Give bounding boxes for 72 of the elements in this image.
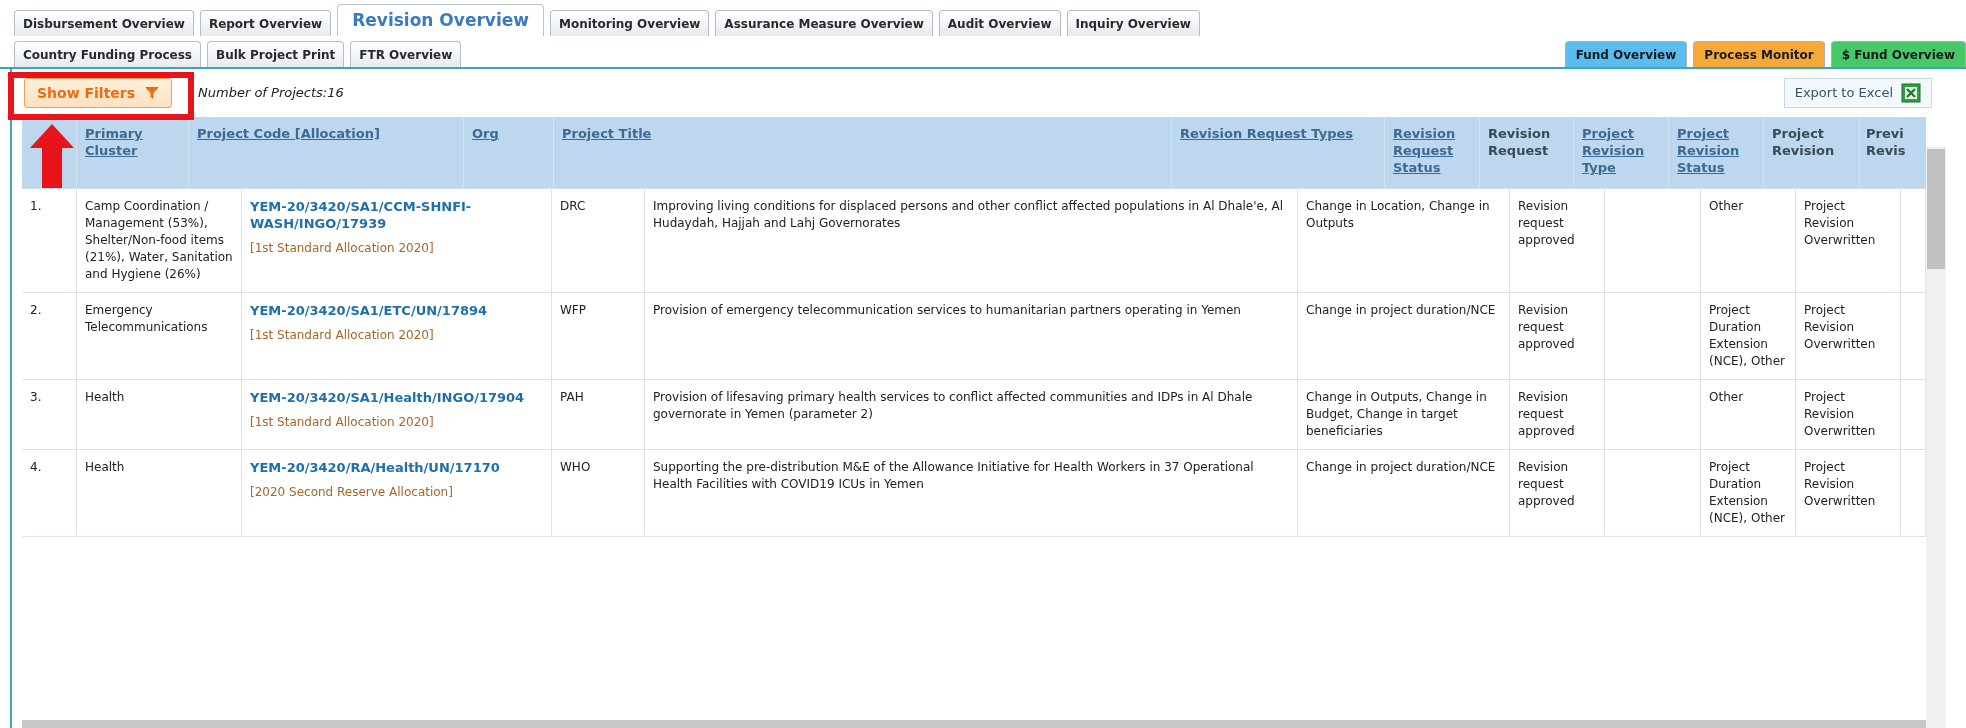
table-cell: Other xyxy=(1709,199,1744,213)
allocation-name: [1st Standard Allocation 2020] xyxy=(250,327,435,344)
table-cell: Project Revision Overwritten xyxy=(1804,303,1876,351)
table-cell: Revision request approved xyxy=(1518,303,1575,351)
table-cell: Supporting the pre-distribution M&E of the Allowance Initiative for Health Workers in 37 Operational Health Facilities with COVID19 ICUs in Yemen xyxy=(653,460,1254,491)
table-cell: 2. xyxy=(30,303,42,317)
allocation-name: [1st Standard Allocation 2020] xyxy=(250,414,435,431)
table-cell: WFP xyxy=(560,303,586,317)
column-sort-link[interactable]: Primary Cluster xyxy=(85,125,180,159)
column-header: Revision Request xyxy=(1488,125,1552,159)
table-cell: Health xyxy=(85,390,125,404)
column-sort-link[interactable]: Org xyxy=(472,125,499,142)
table-cell: Change in Outputs, Change in Budget, Change in target beneficiaries xyxy=(1306,390,1487,438)
table-cell: Change in project duration/NCE xyxy=(1306,303,1496,317)
tab[interactable]: Bulk Project Print xyxy=(207,41,345,67)
table-cell: Change in Location, Change in Outputs xyxy=(1306,199,1490,230)
table-cell: Health xyxy=(85,460,125,474)
column-sort-link[interactable]: Project Revision Status xyxy=(1677,125,1755,176)
shortcut-tab[interactable]: Process Monitor xyxy=(1693,41,1825,67)
table-cell: WHO xyxy=(560,460,591,474)
table-cell: Revision request approved xyxy=(1518,390,1575,438)
allocation-name: [2020 Second Reserve Allocation] xyxy=(250,484,454,501)
tab[interactable]: Monitoring Overview xyxy=(549,10,710,36)
allocation-name: [1st Standard Allocation 2020] xyxy=(250,240,435,257)
table-cell: Revision request approved xyxy=(1518,199,1575,247)
tab[interactable]: Country Funding Process xyxy=(14,41,201,67)
table-cell: Emergency Telecommunications xyxy=(85,303,208,334)
shortcut-tab[interactable]: Fund Overview xyxy=(1564,41,1688,67)
shortcut-tab[interactable]: $ Fund Overview xyxy=(1830,41,1966,67)
column-sort-link[interactable]: Project Revision Type xyxy=(1582,125,1660,176)
column-sort-link[interactable]: Project Code [Allocation] xyxy=(197,125,380,142)
table-cell: 3. xyxy=(30,390,42,404)
export-button[interactable]: Export to Excel xyxy=(1783,78,1932,108)
vertical-scrollbar[interactable] xyxy=(1926,147,1946,728)
spreadsheet-icon xyxy=(1901,83,1921,103)
table-cell: Improving living conditions for displaced persons and other conflict affected populations in Al Dhale'e, Al Hudaydah, Hajjah and Lahj Governorates xyxy=(653,199,1284,230)
project-code-link[interactable]: YEM-20/3420/SA1/ETC/UN/17894 xyxy=(250,302,543,319)
table-cell: Project Duration Extension (NCE), Other xyxy=(1709,460,1785,525)
tab[interactable]: Assurance Measure Overview xyxy=(715,10,933,36)
table-cell: Provision of emergency telecommunication services to humanitarian partners operating in Yemen xyxy=(653,303,1241,317)
tab[interactable]: Inquiry Overview xyxy=(1066,10,1200,36)
table-cell: DRC xyxy=(560,199,586,213)
table-cell: Project Revision Overwritten xyxy=(1804,460,1876,508)
tab[interactable]: Audit Overview xyxy=(938,10,1061,36)
arrow-annotation xyxy=(30,124,74,188)
column-sort-link[interactable]: Revision Request Status xyxy=(1393,125,1471,176)
tab[interactable]: FTR Overview xyxy=(350,41,462,67)
column-sort-link[interactable]: Revision Request Types xyxy=(1180,125,1353,142)
table-cell: Project Revision Overwritten xyxy=(1804,199,1876,247)
table-cell: Project Revision Overwritten xyxy=(1804,390,1876,438)
horizontal-scrollbar[interactable] xyxy=(22,720,1926,728)
column-header: Project Revision xyxy=(1772,125,1836,159)
table-cell: 4. xyxy=(30,460,42,474)
table-cell: Revision request approved xyxy=(1518,460,1575,508)
table-cell: Change in project duration/NCE xyxy=(1306,460,1496,474)
table-cell: Camp Coordination / Management (53%), Shelter/Non-food items (21%), Water, Sanitation and Hygiene (26%) xyxy=(85,199,233,281)
project-code-link[interactable]: YEM-20/3420/RA/Health/UN/17170 xyxy=(250,459,543,476)
table-cell: PAH xyxy=(560,390,584,404)
tab[interactable]: Revision Overview xyxy=(337,4,544,36)
table-cell: Provision of lifesaving primary health services to conflict affected communities and IDPs in Al Dhale governorate in Yemen (parameter 2) xyxy=(653,390,1253,421)
scroll-thumb[interactable] xyxy=(1927,149,1945,269)
tab[interactable]: Report Overview xyxy=(199,10,332,36)
column-sort-link[interactable]: Project Title xyxy=(562,125,652,142)
filter-icon xyxy=(145,86,160,100)
project-count: Number of Projects:16 xyxy=(198,84,344,103)
tab[interactable]: Disbursement Overview xyxy=(14,10,194,36)
table-cell: Other xyxy=(1709,390,1744,404)
table-cell: Project Duration Extension (NCE), Other xyxy=(1709,303,1785,368)
project-code-link[interactable]: YEM-20/3420/SA1/Health/INGO/17904 xyxy=(250,389,543,406)
column-header: Previ Revis xyxy=(1866,125,1907,159)
table-cell: 1. xyxy=(30,199,42,213)
project-code-link[interactable]: YEM-20/3420/SA1/CCM-SHNFI-WASH/INGO/17939 xyxy=(250,198,543,232)
